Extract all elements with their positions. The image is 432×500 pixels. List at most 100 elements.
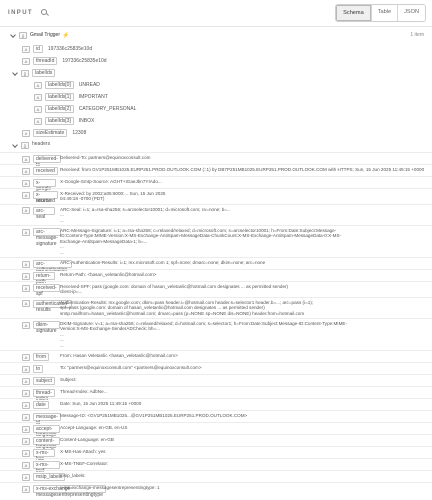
array-node-headers[interactable]: {} headers: [12, 140, 55, 150]
field-value: 197336c25835e10d: [62, 58, 107, 64]
header-row[interactable]: Areceived Received: from GV1P251MB1025.EU…: [0, 164, 432, 175]
header-key: received-spf: [33, 284, 60, 297]
header-row[interactable]: Afrom From: Hasan Veletanlic <hasan_velet…: [0, 350, 432, 361]
array-item[interactable]: A labelIds[3] INBOX: [34, 116, 94, 126]
header-value: ARC-Authentication-Results: i=1; mx.micr…: [60, 260, 432, 265]
header-value-line: X-MS-Has-Attach: yes: [60, 449, 106, 454]
header-value-line: Subject:: [60, 377, 77, 382]
text-type-icon: A: [22, 413, 30, 421]
text-type-icon: A: [22, 272, 30, 280]
header-row[interactable]: Aaccept-language Accept-Language: en-GB, …: [0, 422, 432, 438]
tab-json[interactable]: JSON: [397, 5, 425, 21]
array-item[interactable]: A labelIds[1] IMPORTANT: [34, 92, 108, 102]
header-value: Date: Sun, 15 Jun 2025 11:49:15 +0000: [60, 401, 432, 406]
header-value-line: To: "partners@equinoxconsult.com" <partn…: [60, 365, 202, 370]
root-node[interactable]: {} Gmail Trigger ⚡: [10, 30, 70, 40]
header-value-line: msip_labels:: [60, 473, 86, 478]
field-value: CATEGORY_PERSONAL: [78, 106, 137, 112]
panel-title: INPUT: [8, 10, 33, 16]
header-row[interactable]: Adate Date: Sun, 15 Jun 2025 11:49:15 +00…: [0, 398, 432, 409]
text-type-icon: A: [22, 401, 30, 409]
field-value: INBOX: [78, 118, 95, 124]
array-node-labelids[interactable]: [] labelIds: [12, 68, 60, 78]
header-key-cell: Ax-ms-exchange-messagesentrepresentingty…: [0, 485, 106, 498]
header-key-cell: Aauthentication-results: [0, 299, 72, 313]
header-value: X-MS-TNEF-Correlator:: [60, 461, 432, 466]
tab-schema[interactable]: Schema: [336, 5, 371, 21]
text-type-icon: A: [22, 167, 30, 175]
header-row[interactable]: Ax-ms-tnef-correlatorX-MS-TNEF-Correlato…: [0, 458, 432, 480]
header-value-line: 04:49:18 -0700 (PDT): [60, 196, 105, 202]
header-value: Content-Language: en-GB: [60, 437, 432, 442]
field-row[interactable]: # sizeEstimate 12308: [22, 128, 86, 138]
chevron-down-icon[interactable]: [12, 71, 17, 76]
header-key-cell: Ax-ms-has-attach: [0, 449, 60, 468]
header-key-cell: Acontent-language: [0, 437, 60, 450]
header-key: x-received: [33, 191, 58, 204]
header-row[interactable]: Aarc-seal ARC-Seal: i=1; a=rsa-sha256; s=…: [0, 203, 432, 223]
text-type-icon: A: [22, 321, 30, 329]
search-icon[interactable]: [41, 9, 49, 17]
header-value-line: Delivered-To: partners@equinoxconsult.co…: [60, 155, 151, 160]
header-row[interactable]: Areturn-path Return-Path: <hasan_veletanl…: [0, 269, 432, 285]
header-row[interactable]: Aarc-message-signature ARC-Message-Signat…: [0, 225, 432, 255]
text-type-icon: A: [22, 191, 30, 199]
header-value: X-Received: by 2002:a05:6000:... Sun, 15…: [60, 191, 432, 202]
header-key: date: [33, 401, 49, 409]
array-item[interactable]: A labelIds[2] CATEGORY_PERSONAL: [34, 104, 136, 114]
header-row[interactable]: Areceived-spf Received-SPF: pass (google.…: [0, 281, 432, 297]
header-row[interactable]: Asubject Subject:: [0, 374, 432, 385]
header-row[interactable]: Ato To: "partners@equinoxconsult.com" <pa…: [0, 362, 432, 373]
header-row[interactable]: Adkim-signature DKIM-Signature: v=1; a=rs…: [0, 318, 432, 348]
header-value: From: Hasan Veletanlic <hasan_veletanlic…: [60, 353, 432, 358]
header-row[interactable]: Aauthentication-results Authentication-Re…: [0, 296, 432, 316]
header-row[interactable]: Ax-google-smtp-sourceX-Google-Smtp-Sourc…: [0, 176, 432, 204]
text-type-icon: A: [22, 365, 30, 373]
chevron-down-icon[interactable]: [12, 143, 17, 148]
field-row[interactable]: A id 197336c25835e10d: [22, 44, 92, 54]
field-value: UNREAD: [78, 82, 100, 88]
header-row[interactable]: Athread-index Thread-Index: AdbNe...: [0, 386, 432, 402]
header-key: accept-language: [33, 425, 60, 438]
header-value-line: ...: [60, 249, 64, 255]
header-key-cell: Ato: [0, 365, 60, 373]
array-item[interactable]: A labelIds[0] UNREAD: [34, 80, 100, 90]
field-value: 12308: [72, 130, 87, 136]
header-key: x-google-smtp-source: [33, 179, 56, 204]
header-value-line: ...: [60, 217, 64, 223]
text-type-icon: A: [22, 425, 30, 433]
header-value-line: Received: from GV1P251MB1025.EURP251.PRO…: [60, 167, 425, 172]
text-type-icon: A: [22, 207, 30, 215]
text-type-icon: A: [22, 155, 30, 163]
header-row[interactable]: Ax-ms-has-attachX-MS-Has-Attach: yes: [0, 446, 432, 468]
header-key-cell: Adkim-signature: [0, 321, 60, 334]
header-value: Return-Path: <hasan_veletanlic@hotmail.c…: [60, 272, 432, 277]
header-row[interactable]: Acontent-language Content-Language: en-GB: [0, 434, 432, 450]
header-key: x-ms-tnef-correlator: [33, 461, 61, 480]
header-value-line: X-Google-Smtp-Source: AGHT+IGaeJbn7YIAdo…: [60, 179, 162, 184]
header-row[interactable]: Adelivered-to Delivered-To: partners@equi…: [0, 152, 432, 168]
header-value-line: Thread-Index: AdbNe...: [60, 389, 108, 394]
input-panel-header: INPUT Schema Table JSON: [0, 0, 432, 27]
text-type-icon: A: [34, 117, 42, 125]
header-value: X-MS-Has-Attach: yes: [60, 449, 432, 454]
header-key-cell: Aarc-seal: [0, 206, 60, 220]
header-key: content-language: [33, 437, 60, 450]
header-row[interactable]: Aarc-authentication-resultsARC-Authentic…: [0, 257, 432, 279]
header-key-cell: Ax-google-smtp-source: [0, 179, 60, 204]
header-value: msip_labels:: [60, 473, 432, 478]
tab-table[interactable]: Table: [370, 5, 398, 21]
header-row[interactable]: Amsip_labels msip_labels:: [0, 470, 432, 481]
field-key: id: [33, 45, 43, 53]
header-value-line: ...: [60, 342, 64, 348]
header-row[interactable]: Ax-received X-Received: by 2002:a05:6000:…: [0, 188, 432, 204]
text-type-icon: A: [22, 353, 30, 361]
header-row[interactable]: Amessage-id Message-ID: <GV1P251MB1025...…: [0, 410, 432, 426]
text-type-icon: A: [22, 300, 30, 308]
header-key: thread-index: [33, 389, 55, 402]
header-row[interactable]: Ax-ms-exchange-messagesentrepresentingty…: [0, 482, 432, 498]
chevron-down-icon[interactable]: [10, 33, 15, 38]
header-value: Authentication-Results: mx.google.com; d…: [60, 300, 432, 316]
field-row[interactable]: A threadId 197336c25835e10d: [22, 56, 107, 66]
header-value-line: Message-ID: <GV1P251MB1025...@GV1P251MB1…: [60, 413, 248, 418]
